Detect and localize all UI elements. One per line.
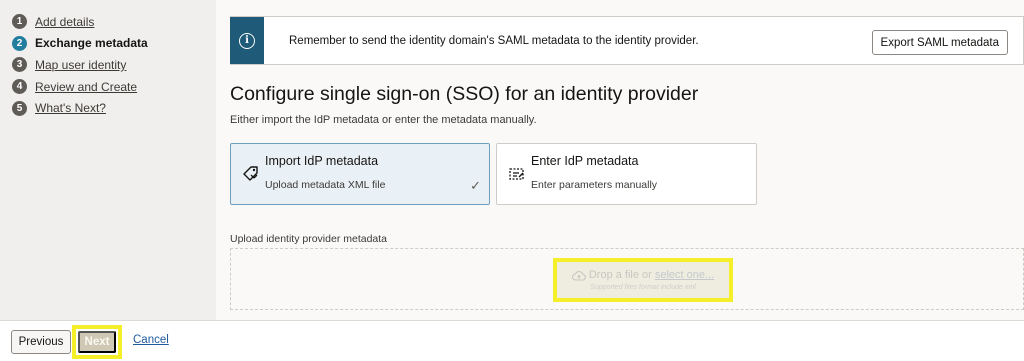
step-number: 1 [12, 14, 27, 30]
import-option-title: Import IdP metadata [265, 154, 379, 168]
banner-icon-bar: i [230, 17, 264, 64]
step-link-add-details[interactable]: Add details [35, 15, 94, 29]
enter-idp-metadata-option[interactable]: Enter IdP metadata Enter parameters manu… [496, 143, 757, 205]
step-label-current: Exchange metadata [35, 36, 148, 51]
enter-option-title: Enter IdP metadata [531, 154, 639, 168]
supported-formats-hint: Supported files format include xml [590, 284, 696, 291]
wizard-steps: 1 Add details 2 Exchange metadata 3 Map … [12, 11, 212, 119]
step-link-review-create[interactable]: Review and Create [35, 80, 137, 94]
export-saml-metadata-button[interactable]: Export SAML metadata [871, 30, 1008, 55]
info-icon: i [239, 32, 255, 49]
next-button[interactable]: Next [78, 331, 116, 353]
step-number: 3 [12, 57, 27, 73]
main-panel: i Remember to send the identity domain's… [216, 0, 1024, 320]
tag-upload-icon [243, 166, 258, 181]
step-exchange-metadata: 2 Exchange metadata [12, 33, 212, 55]
wizard-footer: Previous Next Cancel [0, 320, 1024, 361]
select-file-link[interactable]: select one... [655, 269, 714, 281]
cloud-upload-icon [571, 270, 586, 281]
import-option-description: Upload metadata XML file [265, 179, 386, 191]
step-link-whats-next[interactable]: What's Next? [35, 101, 106, 115]
page-subtitle: Either import the IdP metadata or enter … [230, 114, 537, 126]
step-add-details[interactable]: 1 Add details [12, 11, 212, 33]
step-map-user-identity[interactable]: 3 Map user identity [12, 54, 212, 76]
next-button-highlight: Next [72, 325, 122, 359]
checkmark-icon: ✓ [470, 178, 481, 193]
step-link-map-user-identity[interactable]: Map user identity [35, 58, 126, 72]
step-number: 2 [12, 35, 27, 51]
cancel-link[interactable]: Cancel [133, 334, 169, 346]
info-banner: i Remember to send the identity domain's… [230, 16, 1024, 65]
step-review-create[interactable]: 4 Review and Create [12, 76, 212, 98]
step-number: 4 [12, 79, 27, 95]
previous-button[interactable]: Previous [11, 330, 71, 354]
file-dropzone[interactable]: Drop a file or select one... Supported f… [230, 248, 1024, 310]
drop-target-highlight[interactable]: Drop a file or select one... Supported f… [553, 258, 733, 302]
upload-metadata-label: Upload identity provider metadata [230, 233, 388, 245]
import-idp-metadata-option[interactable]: Import IdP metadata Upload metadata XML … [230, 143, 490, 205]
drop-instructions: Drop a file or select one... [571, 269, 714, 281]
form-edit-icon [509, 168, 524, 180]
step-whats-next[interactable]: 5 What's Next? [12, 97, 212, 119]
drop-file-text: Drop a file or [588, 269, 652, 281]
page-title: Configure single sign-on (SSO) for an id… [230, 83, 699, 105]
step-number: 5 [12, 100, 27, 116]
enter-option-description: Enter parameters manually [531, 179, 658, 191]
